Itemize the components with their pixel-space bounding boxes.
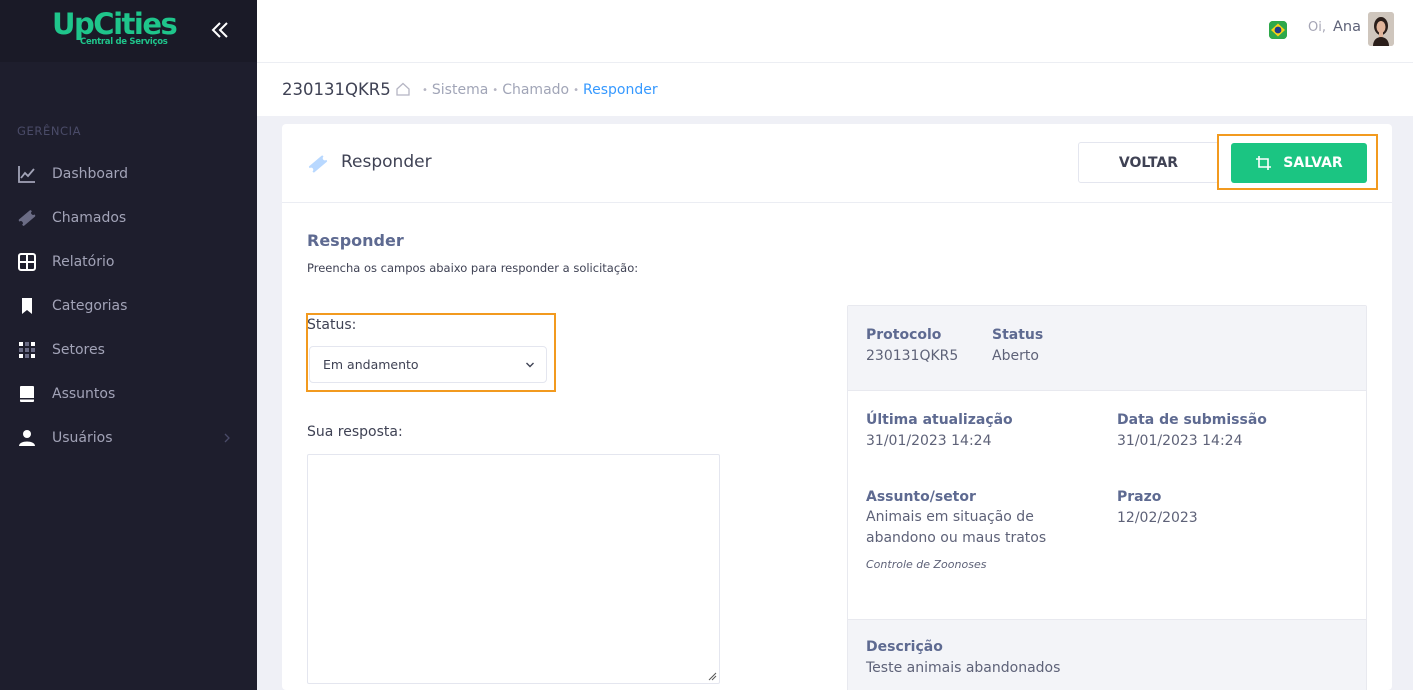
book-icon [17, 384, 37, 404]
answer-label: Sua resposta: [307, 424, 403, 440]
sidebar-item-label: Chamados [52, 210, 127, 226]
sidebar-item-label: Assuntos [52, 386, 116, 402]
bookmark-icon [17, 296, 37, 316]
assunto-setor-label: Assunto/setor [866, 489, 976, 505]
status-select-value: Em andamento [323, 357, 419, 372]
sidebar-collapse-button[interactable] [207, 17, 235, 45]
sidebar-header: UpCities Central de Serviços [0, 0, 257, 62]
info-top-section: Protocolo 230131QKR5 Status Aberto [848, 306, 1366, 391]
sidebar-item-label: Usuários [52, 430, 113, 446]
sidebar-item-label: Relatório [52, 254, 115, 270]
dots-grid-icon [17, 340, 37, 360]
sidebar-item-setores[interactable]: Setores [0, 328, 257, 372]
page-title: 230131QKR5 [282, 80, 391, 99]
status-select[interactable]: Em andamento [309, 346, 547, 383]
form-title: Responder [307, 231, 404, 250]
sidebar-item-usuarios[interactable]: Usuários [0, 416, 257, 460]
sidebar-item-label: Dashboard [52, 166, 128, 182]
ticket-icon [17, 208, 37, 228]
protocolo-value: 230131QKR5 [866, 348, 959, 364]
subheader: 230131QKR5 • Sistema • Chamado • Respond… [257, 62, 1413, 116]
save-button-label: SALVAR [1283, 155, 1343, 171]
prazo-value: 12/02/2023 [1117, 510, 1198, 526]
assunto-value: Animais em situação de abandono ou maus … [866, 509, 1047, 546]
protocolo-label: Protocolo [866, 327, 942, 343]
sidebar: UpCities Central de Serviços GERÊNCIA Da… [0, 0, 257, 690]
setor-value: Controle de Zoonoses [866, 558, 987, 571]
info-description-section: Descrição Teste animais abandonados [848, 619, 1366, 690]
save-button[interactable]: SALVAR [1231, 143, 1367, 183]
chevron-down-icon [526, 362, 534, 368]
card-header: Responder VOLTAR SALVAR [282, 124, 1392, 203]
descricao-value: Teste animais abandonados [866, 660, 1061, 676]
breadcrumb-item-sistema[interactable]: Sistema [432, 82, 488, 98]
language-flag-icon[interactable] [1269, 21, 1287, 39]
status-label: Status: [307, 317, 357, 333]
ticket-icon [308, 155, 328, 173]
data-submissao-label: Data de submissão [1117, 412, 1267, 428]
user-avatar[interactable] [1368, 12, 1394, 46]
ultima-atualizacao-label: Última atualização [866, 412, 1013, 428]
user-icon [17, 428, 37, 448]
prazo-label: Prazo [1117, 489, 1162, 505]
breadcrumb-item-chamado[interactable]: Chamado [502, 82, 569, 98]
back-button[interactable]: VOLTAR [1078, 142, 1219, 183]
sidebar-item-relatorio[interactable]: Relatório [0, 240, 257, 284]
sidebar-item-label: Categorias [52, 298, 128, 314]
double-chevron-left-icon [211, 22, 228, 38]
top-header: Oi, Ana [257, 0, 1413, 62]
crop-save-icon [1256, 156, 1272, 170]
status-info-value: Aberto [992, 348, 1039, 364]
breadcrumb-item-responder[interactable]: Responder [583, 82, 658, 98]
data-submissao-value: 31/01/2023 14:24 [1117, 433, 1243, 449]
sidebar-item-dashboard[interactable]: Dashboard [0, 152, 257, 196]
ticket-info-panel: Protocolo 230131QKR5 Status Aberto Últim… [847, 305, 1367, 690]
brand-tagline: Central de Serviços [80, 37, 168, 47]
sidebar-item-label: Setores [52, 342, 105, 358]
status-info-label: Status [992, 327, 1044, 343]
breadcrumb: • Sistema • Chamado • Responder [422, 82, 658, 98]
ultima-atualizacao-value: 31/01/2023 14:24 [866, 433, 992, 449]
home-icon[interactable] [395, 81, 411, 97]
sidebar-item-categorias[interactable]: Categorias [0, 284, 257, 328]
resize-grip-icon[interactable] [708, 672, 717, 681]
brand-logo[interactable]: UpCities Central de Serviços [52, 6, 178, 50]
grid-icon [17, 252, 37, 272]
greeting-text: Oi, [1308, 20, 1326, 35]
card-title: Responder [341, 152, 432, 172]
response-card: Responder VOLTAR SALVAR Responder Preenc… [282, 124, 1392, 690]
sidebar-item-assuntos[interactable]: Assuntos [0, 372, 257, 416]
form-description: Preencha os campos abaixo para responder… [307, 261, 639, 275]
sidebar-section-label: GERÊNCIA [17, 124, 82, 138]
user-name[interactable]: Ana [1333, 19, 1361, 35]
chart-line-icon [17, 164, 37, 184]
chevron-right-icon [224, 433, 230, 443]
descricao-label: Descrição [866, 639, 943, 655]
answer-textarea[interactable] [307, 454, 720, 684]
sidebar-item-chamados[interactable]: Chamados [0, 196, 257, 240]
sidebar-nav: Dashboard Chamados Relatório Categorias … [0, 152, 257, 460]
